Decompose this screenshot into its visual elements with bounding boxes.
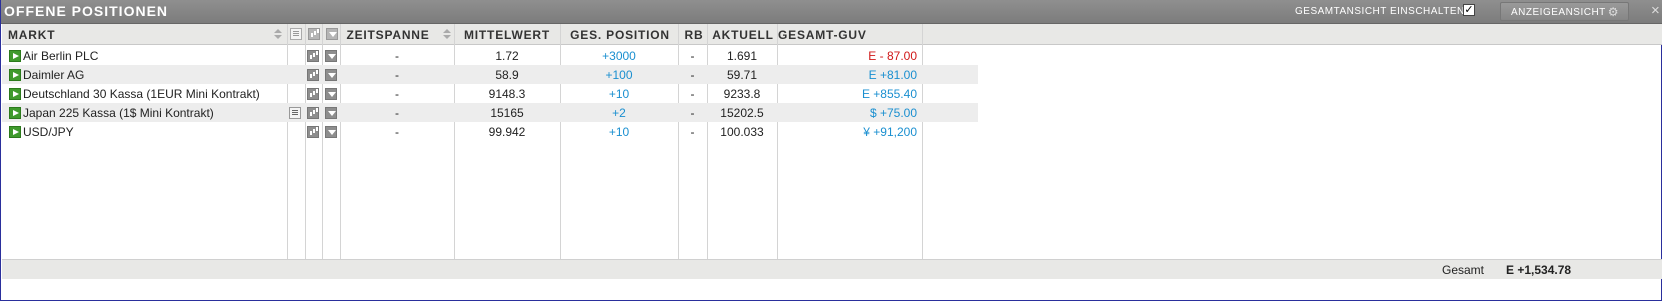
chart-column-icon <box>308 28 320 40</box>
dropdown-icon[interactable] <box>325 69 337 81</box>
mittelwert-value: 58.9 <box>495 68 519 82</box>
play-icon[interactable] <box>9 69 21 81</box>
zeitspanne-value: - <box>395 125 399 139</box>
dropdown-icon[interactable] <box>325 88 337 100</box>
mittelwert-value: 9148.3 <box>488 87 526 101</box>
header-position[interactable]: GES. POSITION <box>561 24 679 45</box>
position-value[interactable]: +10 <box>560 122 678 141</box>
market-name[interactable]: Air Berlin PLC <box>23 46 285 65</box>
dropdown-icon[interactable] <box>325 107 337 119</box>
totals-bar: Gesamt E +1,534.78 <box>2 259 1662 279</box>
aktuell-value: 100.033 <box>720 125 764 139</box>
dropdown-icon[interactable] <box>325 126 337 138</box>
chart-icon[interactable] <box>307 126 319 138</box>
rb-value: - <box>690 106 695 120</box>
aktuell-value: 9233.8 <box>723 87 761 101</box>
mittelwert-value: 99.942 <box>488 125 526 139</box>
play-icon[interactable] <box>9 126 21 138</box>
chart-icon[interactable] <box>307 107 319 119</box>
rb-value: - <box>690 87 695 101</box>
market-name[interactable]: Deutschland 30 Kassa (1EUR Mini Kontrakt… <box>23 84 285 103</box>
mittelwert-value: 1.72 <box>495 49 519 63</box>
total-label: Gesamt <box>1442 263 1485 277</box>
total-value: E +1,534.78 <box>1506 263 1572 277</box>
guv-value: E - 87.00 <box>868 49 917 63</box>
guv-value: E +81.00 <box>868 68 917 82</box>
position-value[interactable]: +10 <box>560 84 678 103</box>
dropdown-column-icon <box>326 28 338 40</box>
position-value[interactable]: +100 <box>560 65 678 84</box>
notes-column-icon <box>290 28 302 40</box>
guv-value: ¥ +91,200 <box>863 125 917 139</box>
note-icon[interactable] <box>289 107 301 119</box>
zeitspanne-value: - <box>395 68 399 82</box>
sort-zeitspanne-icon[interactable] <box>443 29 451 40</box>
position-value[interactable]: +3000 <box>560 46 678 65</box>
dropdown-icon[interactable] <box>325 50 337 62</box>
header-zeitspanne[interactable]: ZEITSPANNE <box>340 24 436 45</box>
header-rb[interactable]: RB <box>679 24 709 45</box>
zeitspanne-value: - <box>395 87 399 101</box>
positions-panel: OFFENE POSITIONEN GESAMTANSICHT EINSCHAL… <box>0 0 1662 301</box>
aktuell-value: 59.71 <box>726 68 758 82</box>
chart-icon[interactable] <box>307 88 319 100</box>
table-row[interactable]: Deutschland 30 Kassa (1EUR Mini Kontrakt… <box>2 84 978 103</box>
overall-view-label: GESAMTANSICHT EINSCHALTEN <box>1295 6 1465 17</box>
title-bar: OFFENE POSITIONEN GESAMTANSICHT EINSCHAL… <box>1 0 1662 24</box>
display-view-button[interactable]: ANZEIGEANSICHT ⚙ <box>1500 2 1629 21</box>
display-view-label: ANZEIGEANSICHT <box>1511 7 1606 18</box>
header-mittelwert[interactable]: MITTELWERT <box>454 24 560 45</box>
position-value[interactable]: +2 <box>560 103 678 122</box>
panel-title: OFFENE POSITIONEN <box>4 3 169 19</box>
guv-value: $ +75.00 <box>869 106 917 120</box>
zeitspanne-value: - <box>395 106 399 120</box>
chart-icon[interactable] <box>307 50 319 62</box>
header-guv[interactable]: GESAMT-GUV <box>778 24 914 45</box>
rb-value: - <box>690 125 695 139</box>
header-aktuell[interactable]: AKTUELL <box>708 24 778 45</box>
table-row[interactable]: Japan 225 Kassa (1$ Mini Kontrakt) - 15165… <box>2 103 978 122</box>
close-icon[interactable]: × <box>1651 2 1660 19</box>
zeitspanne-value: - <box>395 49 399 63</box>
aktuell-value: 15202.5 <box>720 106 764 120</box>
table-row[interactable]: Daimler AG -58.9 +100-59.71 E +81.00 <box>2 65 978 84</box>
table-row[interactable]: USD/JPY -99.942 +10-100.033 ¥ +91,200 <box>2 122 978 141</box>
gear-icon: ⚙ <box>1607 5 1619 19</box>
header-markt[interactable]: MARKT <box>8 24 268 45</box>
chart-icon[interactable] <box>307 69 319 81</box>
rb-value: - <box>690 68 695 82</box>
rb-value: - <box>690 49 695 63</box>
market-name[interactable]: Daimler AG <box>23 65 285 84</box>
aktuell-value: 1.691 <box>726 49 758 63</box>
play-icon[interactable] <box>9 88 21 100</box>
table-header: MARKT ZEITSPANNE MITTELWERT GES. POSITIO… <box>2 24 1662 45</box>
overall-view-checkbox[interactable]: ✓ <box>1463 4 1475 16</box>
table-row[interactable]: Air Berlin PLC -1.72 +3000-1.691 E - 87.00 <box>2 46 978 65</box>
play-icon[interactable] <box>9 50 21 62</box>
market-name[interactable]: USD/JPY <box>23 122 285 141</box>
play-icon[interactable] <box>9 107 21 119</box>
guv-value: E +855.40 <box>861 87 917 101</box>
market-name[interactable]: Japan 225 Kassa (1$ Mini Kontrakt) <box>23 103 285 122</box>
mittelwert-value: 15165 <box>490 106 524 120</box>
sort-markt-icon[interactable] <box>274 29 282 40</box>
